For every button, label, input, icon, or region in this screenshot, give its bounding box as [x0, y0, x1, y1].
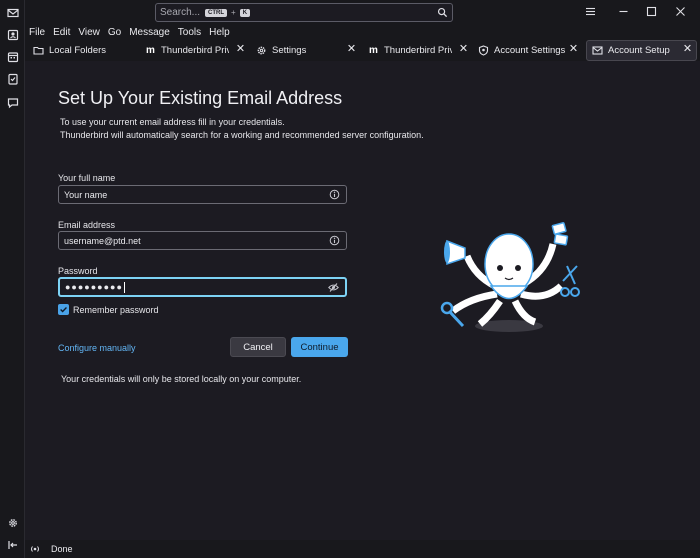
address-book-icon[interactable] [6, 28, 19, 41]
tab-account-settings[interactable]: Account Settings ✕ [478, 41, 582, 60]
account-setup-page: Set Up Your Existing Email Address To us… [25, 61, 699, 539]
tab-account-setup[interactable]: Account Setup ✕ [586, 40, 697, 61]
remember-password-checkbox[interactable] [58, 304, 69, 315]
tab-thunderbird-privacy-2[interactable]: m Thunderbird Privac ✕ [368, 41, 472, 60]
cancel-button[interactable]: Cancel [230, 337, 286, 357]
remember-password[interactable]: Remember password [58, 304, 159, 315]
gear-icon [256, 45, 267, 56]
tab-close-icon[interactable]: ✕ [568, 44, 579, 55]
configure-manually-link[interactable]: Configure manually [58, 343, 136, 353]
mail-setup-icon [592, 45, 603, 56]
status-bar: Done [25, 540, 700, 558]
mail-space-icon[interactable] [6, 6, 19, 19]
menu-tools[interactable]: Tools [178, 27, 201, 38]
app-menu-icon[interactable] [585, 6, 596, 17]
tab-close-icon[interactable]: ✕ [458, 44, 469, 55]
mozilla-m-icon: m [146, 45, 155, 56]
tab-bar: Local Folders m Thunderbird Privac ✕ Set… [25, 40, 700, 61]
menu-file[interactable]: File [29, 27, 45, 38]
title-bar: Search... CTRL + K [25, 0, 700, 24]
menu-message[interactable]: Message [129, 27, 170, 38]
menu-edit[interactable]: Edit [53, 27, 70, 38]
folder-icon [33, 45, 44, 56]
tab-close-icon[interactable]: ✕ [235, 44, 246, 55]
account-shield-icon [478, 45, 489, 56]
shortcut-plus: + [231, 8, 236, 17]
menu-view[interactable]: View [78, 27, 100, 38]
password-field[interactable]: ●●●●●●●●● [58, 277, 347, 297]
menu-help[interactable]: Help [209, 27, 230, 38]
tab-close-icon[interactable]: ✕ [346, 44, 357, 55]
calendar-icon[interactable] [6, 50, 19, 63]
menu-bar: File Edit View Go Message Tools Help [25, 24, 700, 40]
shortcut-key-ctrl: CTRL [205, 8, 228, 17]
email-label: Email address [58, 220, 116, 230]
thunderbird-octopus-illustration [440, 222, 580, 332]
password-label: Password [58, 266, 98, 276]
full-name-label: Your full name [58, 173, 116, 183]
status-text: Done [51, 544, 73, 554]
online-status-icon[interactable] [29, 543, 41, 555]
chat-icon[interactable] [6, 96, 19, 109]
search-icon[interactable] [437, 7, 448, 18]
maximize-icon[interactable] [646, 6, 657, 17]
info-icon[interactable] [329, 189, 340, 200]
tab-close-icon[interactable]: ✕ [682, 44, 693, 55]
shortcut-key-k: K [239, 8, 251, 17]
credentials-footnote: Your credentials will only be stored loc… [61, 374, 302, 384]
show-password-eye-icon[interactable] [328, 282, 339, 293]
spaces-toolbar [0, 0, 25, 558]
search-placeholder: Search... [160, 7, 201, 18]
settings-gear-icon[interactable] [6, 516, 19, 529]
tab-local-folders[interactable]: Local Folders [33, 41, 139, 60]
menu-go[interactable]: Go [108, 27, 121, 38]
minimize-icon[interactable] [618, 6, 629, 17]
info-icon[interactable] [329, 235, 340, 246]
close-window-icon[interactable] [675, 6, 686, 17]
mozilla-m-icon: m [369, 45, 378, 56]
collapse-toolbar-icon[interactable] [6, 538, 19, 551]
tab-thunderbird-privacy-1[interactable]: m Thunderbird Privac ✕ [145, 41, 249, 60]
tasks-icon[interactable] [6, 72, 19, 85]
text-caret [123, 281, 125, 293]
page-title: Set Up Your Existing Email Address [58, 88, 343, 108]
continue-button[interactable]: Continue [291, 337, 348, 357]
page-description: To use your current email address fill i… [60, 117, 424, 140]
email-field[interactable]: username@ptd.net [58, 231, 347, 250]
search-box[interactable]: Search... CTRL + K [155, 3, 453, 22]
tab-settings[interactable]: Settings ✕ [256, 41, 360, 60]
full-name-field[interactable]: Your name [58, 185, 347, 204]
checkmark-icon [60, 307, 67, 313]
